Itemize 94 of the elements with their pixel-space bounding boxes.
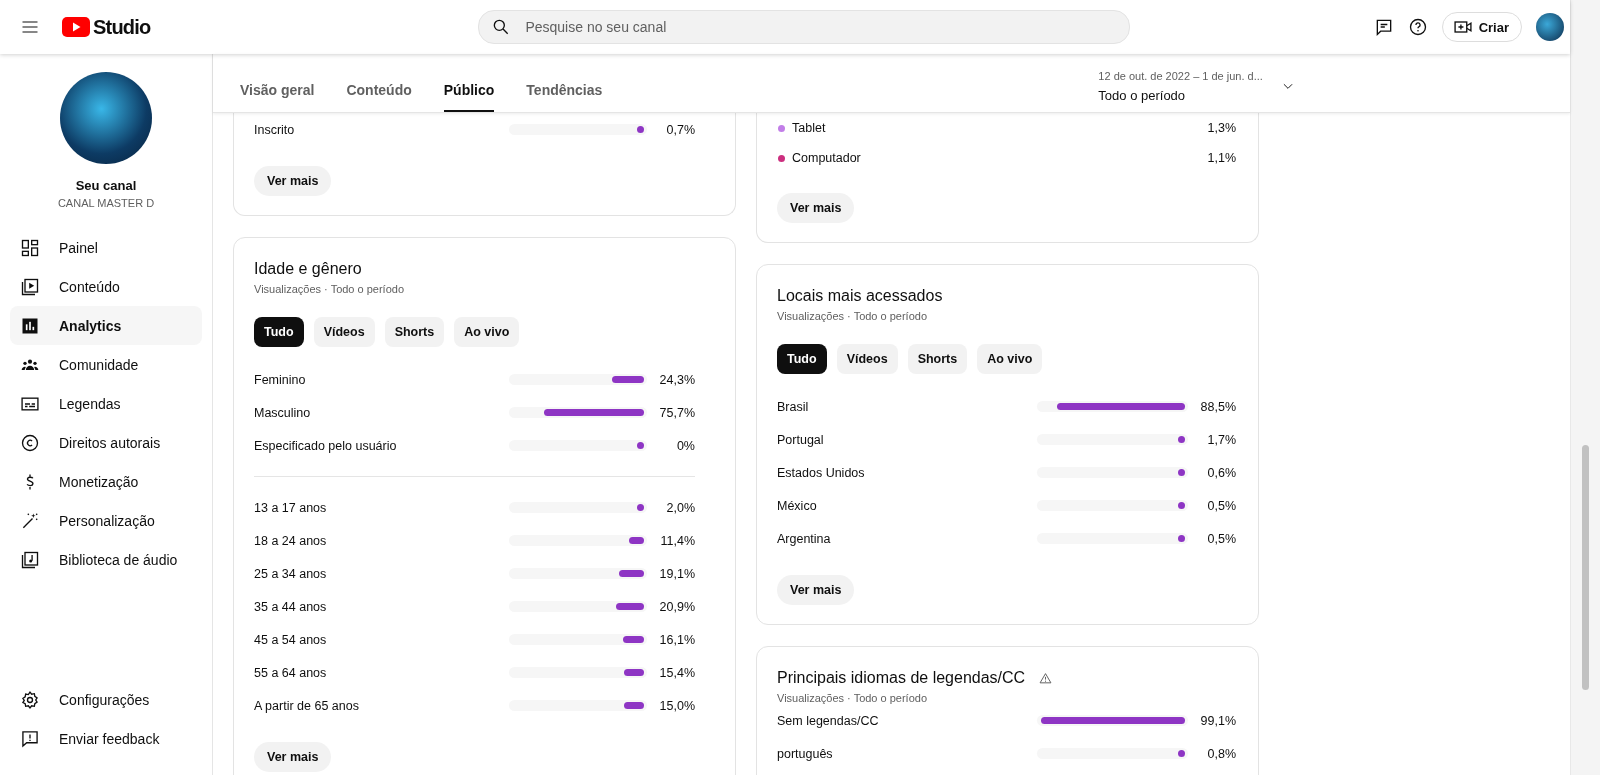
row-label: Argentina bbox=[777, 531, 832, 546]
date-picker[interactable]: 12 de out. de 2022 – 1 de jun. d... Todo o período bbox=[1098, 63, 1295, 103]
row-value: 1,1% bbox=[1206, 151, 1236, 165]
channel-name: CANAL MASTER D bbox=[57, 197, 155, 209]
settings-icon bbox=[20, 689, 40, 710]
row-label: 35 a 44 anos bbox=[254, 599, 328, 614]
row-label: Estados Unidos bbox=[777, 465, 866, 480]
see-more-button[interactable]: Ver mais bbox=[777, 575, 855, 605]
filter-chip[interactable]: Vídeos bbox=[313, 317, 375, 347]
sidebar-item[interactable]: Analytics bbox=[10, 306, 202, 345]
scrollbar[interactable] bbox=[1570, 0, 1600, 775]
scrollbar-thumb[interactable] bbox=[1582, 445, 1589, 690]
tab[interactable]: Tendências bbox=[526, 82, 603, 112]
row-label: Computador bbox=[792, 151, 862, 165]
copyright-icon bbox=[20, 432, 40, 453]
row-label: A partir de 65 anos bbox=[254, 698, 360, 713]
row-label: Inscrito bbox=[254, 122, 296, 137]
row-value: 75,7% bbox=[658, 405, 695, 420]
sidebar-item[interactable]: Legendas bbox=[10, 384, 202, 423]
row-value: 99,1% bbox=[1199, 713, 1236, 728]
card-title: Principais idiomas de legendas/CC bbox=[777, 668, 1026, 688]
search-input[interactable]: Pesquise no seu canal bbox=[523, 18, 1118, 36]
logo-text[interactable]: Studio bbox=[93, 15, 151, 39]
music-library-icon bbox=[20, 549, 40, 570]
row-value: 0% bbox=[675, 438, 695, 453]
filter-chip[interactable]: Shorts bbox=[384, 317, 445, 347]
see-more-button[interactable]: Ver mais bbox=[254, 742, 332, 772]
card-title: Locais mais acessados bbox=[777, 286, 943, 306]
help-icon[interactable] bbox=[1407, 17, 1428, 37]
see-more-button[interactable]: Ver mais bbox=[777, 193, 855, 223]
sidebar-item[interactable]: Configurações bbox=[10, 680, 202, 719]
row-label: 18 a 24 anos bbox=[254, 533, 328, 548]
card-title: Idade e gênero bbox=[254, 259, 362, 279]
avatar[interactable] bbox=[1536, 13, 1564, 41]
feedback-icon bbox=[20, 728, 40, 749]
create-button[interactable]: Criar bbox=[1441, 12, 1522, 42]
row-value: 0,8% bbox=[1206, 746, 1236, 761]
card-subtitle: Visualizações · Todo o período bbox=[254, 283, 406, 295]
row-value: 1,3% bbox=[1206, 121, 1236, 135]
filter-chip[interactable]: Vídeos bbox=[836, 344, 898, 374]
row-value: 0,6% bbox=[1206, 465, 1236, 480]
row-value: 1,7% bbox=[1206, 432, 1236, 447]
row-value: 0,5% bbox=[1206, 531, 1236, 546]
card-subtitle: Visualizações · Todo o período bbox=[777, 692, 929, 704]
filter-chip[interactable]: Ao vivo bbox=[454, 317, 520, 347]
row-label: Feminino bbox=[254, 372, 307, 387]
row-label: 55 a 64 anos bbox=[254, 665, 328, 680]
row-value: 0,7% bbox=[665, 122, 695, 137]
row-value: 2,0% bbox=[665, 500, 695, 515]
row-label: Especificado pelo usuário bbox=[254, 438, 398, 453]
warning-icon[interactable] bbox=[1039, 671, 1053, 685]
sidebar-item[interactable]: Enviar feedback bbox=[10, 719, 202, 758]
filter-chip[interactable]: Shorts bbox=[907, 344, 968, 374]
row-value: 19,1% bbox=[658, 566, 695, 581]
row-value: 15,0% bbox=[658, 698, 695, 713]
row-value: 15,4% bbox=[658, 665, 695, 680]
sidebar-item[interactable]: Conteúdo bbox=[10, 267, 202, 306]
channel-title: Seu canal bbox=[75, 178, 137, 193]
filter-chip[interactable]: Tudo bbox=[254, 317, 304, 347]
row-value: 20,9% bbox=[658, 599, 695, 614]
row-label: Masculino bbox=[254, 405, 312, 420]
video-icon bbox=[20, 276, 40, 297]
row-label: Tablet bbox=[792, 121, 827, 135]
sidebar-item[interactable]: Personalização bbox=[10, 501, 202, 540]
sidebar-item[interactable]: Direitos autorais bbox=[10, 423, 202, 462]
search-field[interactable]: Pesquise no seu canal bbox=[478, 10, 1131, 44]
date-range: 12 de out. de 2022 – 1 de jun. d... bbox=[1098, 69, 1263, 82]
row-value: 16,1% bbox=[658, 632, 695, 647]
row-value: 11,4% bbox=[659, 533, 695, 548]
sidebar-item[interactable]: Monetização bbox=[10, 462, 202, 501]
row-value: 24,3% bbox=[658, 372, 695, 387]
sidebar-item[interactable]: Biblioteca de áudio bbox=[10, 540, 202, 579]
row-label: português bbox=[777, 746, 834, 761]
filter-chip[interactable]: Ao vivo bbox=[977, 344, 1043, 374]
see-more-button[interactable]: Ver mais bbox=[254, 166, 332, 196]
tab[interactable]: Conteúdo bbox=[346, 82, 412, 112]
tab[interactable]: Visão geral bbox=[240, 82, 315, 112]
play-logo-icon bbox=[62, 17, 90, 37]
row-value: 88,5% bbox=[1199, 399, 1236, 414]
date-period: Todo o período bbox=[1098, 87, 1187, 103]
card-subtitle: Visualizações · Todo o período bbox=[777, 310, 929, 322]
row-label: Portugal bbox=[777, 432, 825, 447]
row-label: Sem legendas/CC bbox=[777, 713, 880, 728]
tab[interactable]: Público bbox=[443, 82, 495, 112]
row-value: 0,5% bbox=[1206, 498, 1236, 513]
sidebar-item[interactable]: Comunidade bbox=[10, 345, 202, 384]
sidebar-item[interactable]: Painel bbox=[10, 228, 202, 267]
dashboard-icon bbox=[20, 237, 40, 258]
row-label: 25 a 34 anos bbox=[254, 566, 328, 581]
row-label: Brasil bbox=[777, 399, 810, 414]
row-label: México bbox=[777, 498, 818, 513]
row-label: 13 a 17 anos bbox=[254, 500, 328, 515]
filter-chip[interactable]: Tudo bbox=[777, 344, 827, 374]
row-label: 45 a 54 anos bbox=[254, 632, 328, 647]
